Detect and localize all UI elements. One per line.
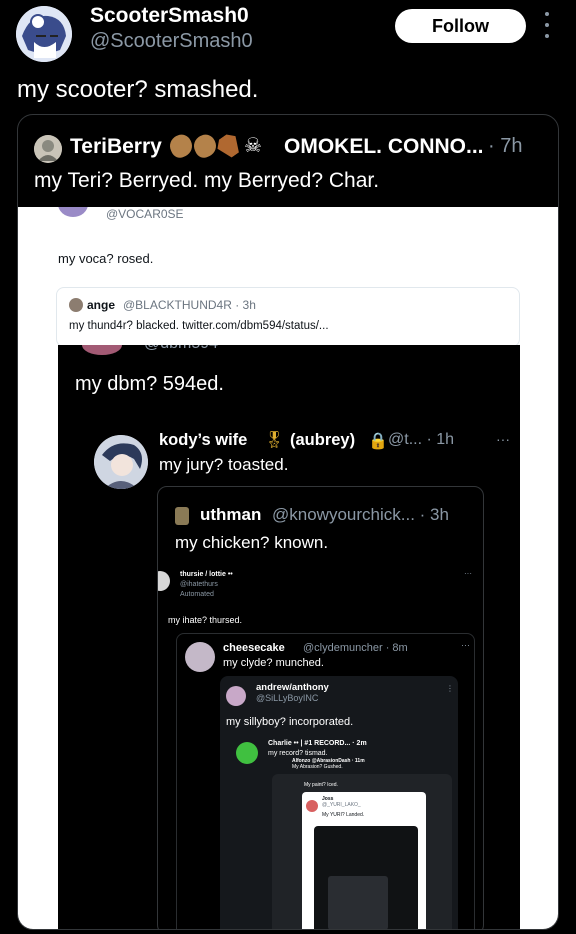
more-icon: ⋮	[446, 684, 454, 693]
medal-icon: 🎖	[264, 432, 285, 449]
voca-handle: @VOCAR0SE	[106, 207, 184, 221]
quoted-post-time[interactable]: · 7h	[488, 135, 522, 158]
cheesecake-quote-card: cheesecake @clydemuncher · 8m ··· my cly…	[176, 633, 475, 929]
uthman-quote-card: uthman @knowyourchick... · 3h my chicken…	[157, 486, 484, 929]
quoted-post-card[interactable]: TeriBerry ☠ OMOKEL. CONNO... · 7h my Ter…	[17, 114, 559, 930]
avatar	[82, 345, 122, 355]
skull-icon: ☠	[244, 135, 262, 157]
quoted-author-name-rest[interactable]: OMOKEL. CONNO...	[284, 135, 484, 159]
avatar	[226, 686, 246, 706]
nested-mini-screenshot-inner	[328, 876, 388, 929]
andrew-handle: @SiLLyBoyINC	[256, 693, 319, 703]
avatar	[185, 642, 215, 672]
potato-icon	[166, 131, 196, 161]
potato-icon	[190, 131, 220, 161]
author-name[interactable]: ScooterSmash0	[90, 4, 249, 28]
ange-name: ange	[87, 298, 116, 312]
joss-handle: @_YURI_LAKO_	[322, 802, 361, 808]
avatar	[94, 435, 148, 489]
quoted-author-name[interactable]: TeriBerry	[70, 135, 162, 159]
name-emojis: ☠	[166, 135, 264, 157]
nested-quote-card: ange @BLACKTHUND4R · 3h my thund4r? blac…	[56, 287, 520, 347]
cheesecake-name: cheesecake	[223, 642, 285, 654]
author-handle[interactable]: @ScooterSmash0	[90, 30, 253, 53]
thursie-handle: @ihatethurs	[180, 581, 218, 588]
more-options-icon[interactable]	[540, 12, 554, 38]
ange-handle: @BLACKTHUND4R · 3h	[123, 298, 256, 312]
thursie-text: my ihate? thursed.	[168, 615, 243, 625]
nested-deep-screenshot: My paint? Iced. Joss @_YURI_LAKO_ My YUR…	[272, 774, 452, 929]
embedded-screenshot[interactable]: @VOCAR0SE my voca? rosed. ange @BLACKTHU…	[18, 207, 558, 929]
kody-name-suffix: (aubrey)	[290, 431, 356, 449]
dbm-handle: @dbm594	[144, 345, 218, 353]
charlie-name: Charlie •• | #1 RECORD... · 2m	[268, 740, 367, 747]
avatar	[58, 207, 88, 217]
cheesecake-text: my clyde? munched.	[223, 657, 324, 669]
uthman-text: my chicken? known.	[175, 533, 329, 552]
coffin-icon	[214, 131, 245, 162]
andrew-name: andrew/anthony	[256, 682, 329, 693]
more-icon: ···	[496, 431, 510, 447]
post-text: my scooter? smashed.	[17, 76, 259, 103]
quoted-author-avatar[interactable]	[34, 135, 62, 163]
paint-text: My paint? Iced.	[304, 782, 338, 788]
kody-name: kody’s wife	[159, 431, 248, 449]
uthman-name: uthman	[200, 505, 262, 524]
automated-label: Automated	[180, 591, 214, 598]
follow-button[interactable]: Follow	[395, 9, 526, 43]
ange-text: my thund4r? blacked. twitter.com/dbm594/…	[69, 320, 329, 332]
nested-dark-screenshot: @dbm594 my dbm? 594ed. kody’s wife 🎖 (au…	[58, 345, 520, 929]
avatar	[158, 571, 170, 591]
uthman-meta: @knowyourchick... · 3h	[272, 505, 449, 524]
cheesecake-handle: @clydemuncher · 8m	[303, 642, 408, 654]
nested-white-screenshot: Joss @_YURI_LAKO_ My YURI? Landed.	[302, 792, 426, 929]
andrew-quote-card: andrew/anthony @SiLLyBoyINC ⋮ my sillybo…	[220, 676, 458, 929]
more-icon: ···	[461, 640, 470, 650]
author-avatar[interactable]	[16, 6, 72, 62]
kody-meta: @t... · 1h	[388, 431, 455, 448]
andrew-text: my sillyboy? incorporated.	[226, 716, 354, 728]
more-icon: ···	[464, 569, 472, 578]
quoted-post-text: my Teri? Berryed. my Berryed? Char.	[34, 169, 380, 192]
kody-text: my jury? toasted.	[159, 455, 289, 474]
avatar	[175, 507, 189, 525]
lock-icon: 🔒	[368, 433, 388, 450]
joss-text: My YURI? Landed.	[322, 812, 365, 818]
dbm-text: my dbm? 594ed.	[75, 373, 224, 395]
nested-mini-screenshot	[314, 826, 418, 929]
alfonzo-text: My Abrasion? Gushed.	[292, 764, 343, 770]
avatar	[306, 800, 318, 812]
voca-text: my voca? rosed.	[58, 251, 154, 266]
thursie-name: thursie / lottie ••	[180, 571, 233, 578]
avatar	[69, 298, 83, 312]
avatar	[236, 742, 258, 764]
charlie-text: my record? tismad.	[268, 750, 328, 757]
